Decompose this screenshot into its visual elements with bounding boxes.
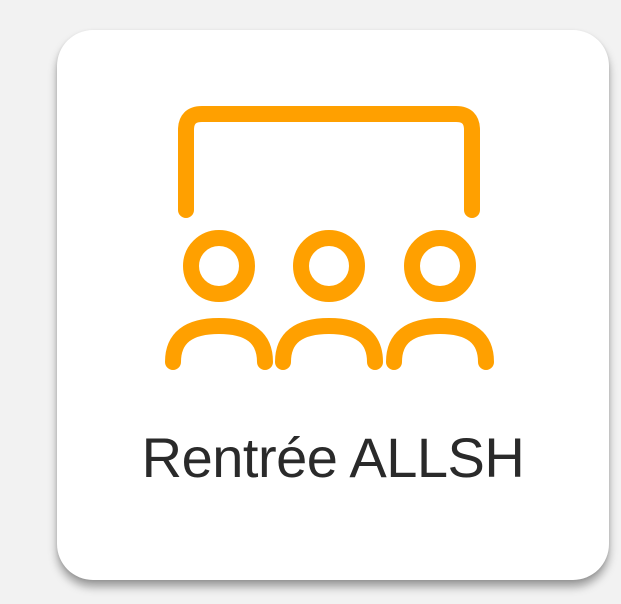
classroom-audience-icon <box>159 100 499 390</box>
app-tile-rentree-allsh[interactable]: Rentrée ALLSH <box>57 30 609 580</box>
tile-label: Rentrée ALLSH <box>141 426 525 489</box>
